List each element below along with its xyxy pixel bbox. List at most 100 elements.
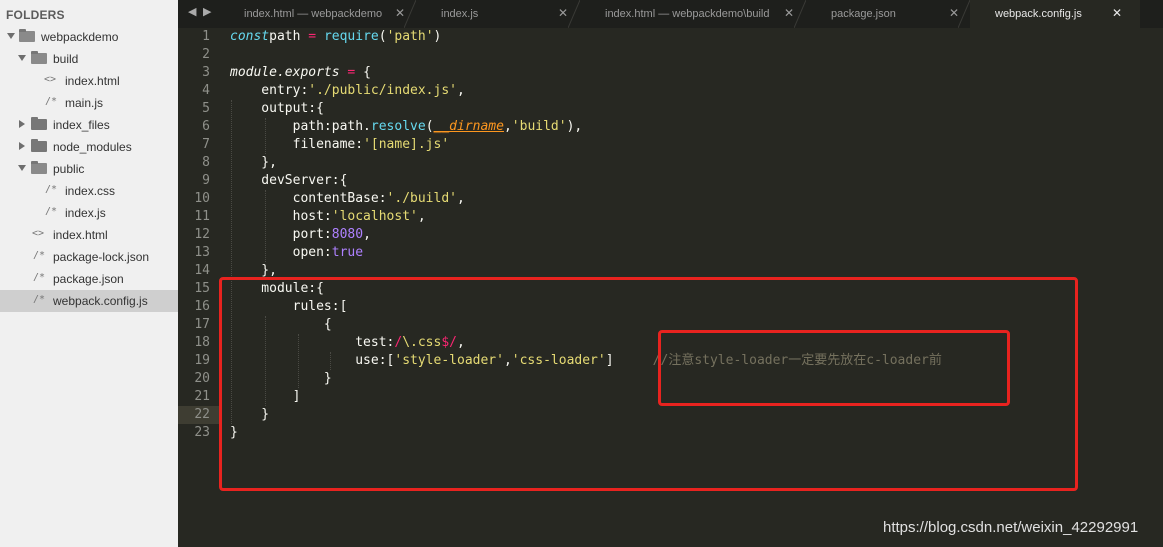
tab-package-json[interactable]: package.json ✕ xyxy=(804,0,970,28)
js-file-icon: /* xyxy=(45,96,58,107)
line-number: 20 xyxy=(194,371,210,386)
code-token: contentBase: xyxy=(230,191,387,206)
tree-item-label: main.js xyxy=(65,96,104,110)
line-number: 8 xyxy=(202,155,210,170)
tree-item-build-index-html[interactable]: <> index.html xyxy=(0,70,178,92)
tree-item-package-json[interactable]: /* package.json xyxy=(0,268,178,290)
close-icon[interactable]: ✕ xyxy=(558,6,568,20)
tree-item-package-lock-json[interactable]: /* package-lock.json xyxy=(0,246,178,268)
folder-open-icon xyxy=(31,51,47,64)
tree-item-main-js[interactable]: /* main.js xyxy=(0,92,178,114)
tree-item-index-js[interactable]: /* index.js xyxy=(0,202,178,224)
tab-index-html-build[interactable]: index.html — webpackdemo\build ✕ xyxy=(578,0,804,28)
code-token: filename: xyxy=(230,137,364,152)
code-token: host: xyxy=(230,209,332,224)
tab-separator xyxy=(794,0,806,28)
code-line[interactable]: path:path.resolve(__dirname,'build'), xyxy=(230,118,583,136)
code-line[interactable]: entry:'./public/index.js', xyxy=(230,82,465,100)
line-number: 17 xyxy=(194,317,210,332)
line-number: 7 xyxy=(202,137,210,152)
tree-item-webpack-config-js[interactable]: /* webpack.config.js xyxy=(0,290,178,312)
tree-item-index-html[interactable]: <> index.html xyxy=(0,224,178,246)
folder-icon xyxy=(31,139,47,152)
tree-item-webpackdemo[interactable]: webpackdemo xyxy=(0,26,178,48)
line-number: 23 xyxy=(194,425,210,440)
tree-item-label: index.css xyxy=(65,184,116,198)
tab-index-js[interactable]: index.js ✕ xyxy=(416,0,578,28)
code-token: , xyxy=(363,227,371,242)
tree-item-label: package.json xyxy=(53,272,124,286)
tree-item-label: index.html xyxy=(53,228,108,242)
json-file-icon: /* xyxy=(33,250,46,261)
code-token: output:{ xyxy=(230,101,324,116)
nav-back-icon[interactable]: ◀ xyxy=(188,5,196,18)
tab-label: index.html — webpackdemo\build xyxy=(605,8,770,20)
tree-item-node-modules[interactable]: node_modules xyxy=(0,136,178,158)
tab-label: package.json xyxy=(831,8,896,20)
code-line[interactable]: module.exports = { xyxy=(230,64,371,82)
tab-label: webpack.config.js xyxy=(995,8,1082,20)
close-icon[interactable]: ✕ xyxy=(784,6,794,20)
tree-item-public[interactable]: public xyxy=(0,158,178,180)
code-token: }, xyxy=(230,155,277,170)
highlight-box-comment xyxy=(658,330,1010,406)
line-number: 14 xyxy=(194,263,210,278)
tree-item-build[interactable]: build xyxy=(0,48,178,70)
js-file-icon: /* xyxy=(33,294,46,305)
tree-item-label: build xyxy=(53,52,79,66)
tab-separator xyxy=(568,0,580,28)
line-number: 19 xyxy=(194,353,210,368)
chevron-right-icon[interactable] xyxy=(19,142,25,150)
code-line[interactable]: }, xyxy=(230,154,277,172)
code-token: 'localhost' xyxy=(331,209,418,224)
tree-item-label: public xyxy=(53,162,85,176)
code-line[interactable]: open:true xyxy=(230,244,363,262)
css-file-icon: /* xyxy=(45,184,58,195)
tab-webpack-config-js[interactable]: webpack.config.js ✕ xyxy=(970,0,1140,28)
tab-index-html-webpackdemo[interactable]: index.html — webpackdemo ✕ xyxy=(228,0,416,28)
code-token: path xyxy=(269,29,301,44)
code-token: .exports xyxy=(276,65,340,80)
code-token: './build' xyxy=(386,191,457,206)
chevron-down-icon[interactable] xyxy=(7,33,15,39)
tree-item-index-css[interactable]: /* index.css xyxy=(0,180,178,202)
code-token: , xyxy=(503,119,512,134)
sidebar: FOLDERS webpackdemo build <> index.html … xyxy=(0,0,178,547)
chevron-down-icon[interactable] xyxy=(18,55,26,61)
tree-item-index-files[interactable]: index_files xyxy=(0,114,178,136)
code-line[interactable]: output:{ xyxy=(230,100,324,118)
code-line[interactable]: constpath = require('path') xyxy=(230,28,441,46)
code-token: 'build' xyxy=(511,119,567,134)
code-line[interactable]: host:'localhost', xyxy=(230,208,426,226)
line-number: 13 xyxy=(194,245,210,260)
code-token: path:path. xyxy=(230,119,371,134)
code-line[interactable]: filename:'[name].js' xyxy=(230,136,450,154)
js-file-icon: /* xyxy=(45,206,58,217)
line-number: 16 xyxy=(194,299,210,314)
code-token: './public/index.js' xyxy=(308,83,457,98)
code-line[interactable]: contentBase:'./build', xyxy=(230,190,465,208)
close-icon[interactable]: ✕ xyxy=(1112,6,1122,20)
line-number: 3 xyxy=(202,65,210,80)
json-file-icon: /* xyxy=(33,272,46,283)
chevron-right-icon[interactable] xyxy=(19,120,25,128)
folder-open-icon xyxy=(19,29,35,42)
line-number: 9 xyxy=(202,173,210,188)
code-line[interactable]: port:8080, xyxy=(230,226,371,244)
line-number: 6 xyxy=(202,119,210,134)
line-number: 18 xyxy=(194,335,210,350)
code-line[interactable]: devServer:{ xyxy=(230,172,347,190)
code-token: resolve xyxy=(370,119,426,134)
line-number: 15 xyxy=(194,281,210,296)
code-token: ) xyxy=(433,29,442,44)
code-token: __dirname xyxy=(433,119,504,134)
code-token: '[name].js' xyxy=(363,137,450,152)
tree-item-label: package-lock.json xyxy=(53,250,150,264)
nav-forward-icon[interactable]: ▶ xyxy=(203,5,211,18)
code-token: open: xyxy=(230,245,332,260)
tab-separator xyxy=(958,0,970,28)
code-token: true xyxy=(331,245,364,260)
code-token: devServer:{ xyxy=(230,173,348,188)
chevron-down-icon[interactable] xyxy=(18,165,26,171)
code-token: ( xyxy=(425,119,434,134)
